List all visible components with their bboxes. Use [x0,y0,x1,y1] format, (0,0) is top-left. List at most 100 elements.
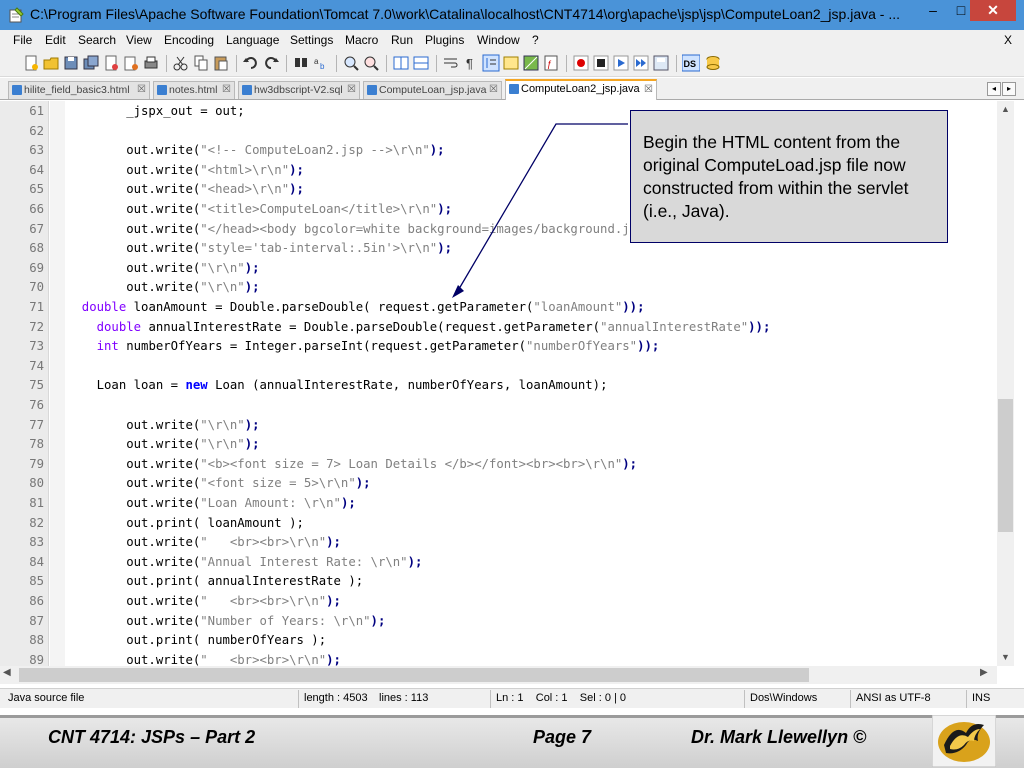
tab-scroll-left-button[interactable]: ◂ [987,82,1001,96]
tab-computeloan-jsp-java[interactable]: ComputeLoan_jsp.java ☒ [363,81,502,99]
close-tab-icon[interactable]: ☒ [222,82,231,98]
svg-text:a: a [314,57,319,66]
vertical-scrollbar[interactable]: ▲ ▼ [997,101,1014,666]
toolbar-separator [436,55,437,72]
close-tab-icon[interactable]: ☒ [644,81,653,98]
zoom-out-icon[interactable] [362,54,380,72]
print-icon[interactable] [142,54,160,72]
toolbar-separator [166,55,167,72]
menu-macro[interactable]: Macro [345,33,378,47]
code-token: out.write( [67,535,201,550]
status-length: length : 4503 [304,692,368,704]
code-token: "annualInterestRate" [600,319,749,334]
vertical-scroll-thumb[interactable] [998,399,1013,532]
code-token: ); [622,456,638,471]
replace-icon[interactable]: ab [312,54,330,72]
close-file-icon[interactable] [102,54,120,72]
line-number: 84 [29,554,44,569]
cut-icon[interactable] [172,54,190,72]
menu-file[interactable]: File [13,33,32,47]
tab-computeloan2-jsp-java[interactable]: ComputeLoan2_jsp.java ☒ [505,79,657,100]
menu-settings[interactable]: Settings [290,33,333,47]
close-all-icon[interactable] [122,54,140,72]
code-token: ); [289,162,304,177]
tab-hilite-field-basic3[interactable]: hilite_field_basic3.html ☒ [8,81,150,99]
close-button[interactable]: ✕ [970,0,1016,21]
save-icon[interactable] [62,54,80,72]
undo-icon[interactable] [242,54,260,72]
code-token: "Loan Amount: \r\n" [200,496,341,510]
save-macro-icon[interactable] [652,54,670,72]
menu-edit[interactable]: Edit [45,33,66,47]
paste-icon[interactable] [212,54,230,72]
close-document-button[interactable]: X [1004,33,1012,47]
sync-vertical-icon[interactable] [392,54,410,72]
line-number: 85 [29,574,44,589]
code-token: Loan loan = [67,378,186,393]
menu-run[interactable]: Run [391,33,413,47]
tab-notes[interactable]: notes.html ☒ [153,81,235,99]
scroll-left-arrow-icon[interactable]: ◀ [3,667,11,678]
word-wrap-icon[interactable] [442,54,460,72]
code-token: "style='tab-interval:.5in'>\r\n" [200,241,438,256]
database-plugin-icon[interactable] [704,54,722,72]
menu-language[interactable]: Language [226,33,279,47]
status-divider [298,690,299,708]
menu-encoding[interactable]: Encoding [164,33,214,47]
code-token: ); [437,241,452,256]
sync-horizontal-icon[interactable] [412,54,430,72]
save-all-icon[interactable] [82,54,100,72]
code-token: )); [637,339,660,354]
ds-plugin-icon[interactable]: DS [682,54,700,72]
play-macro-icon[interactable] [612,54,630,72]
menu-plugins[interactable]: Plugins [425,33,464,47]
function-list-icon[interactable]: ƒ [542,54,560,72]
scroll-up-arrow-icon[interactable]: ▲ [997,101,1014,118]
close-tab-icon[interactable]: ☒ [489,82,498,98]
show-all-characters-icon[interactable]: ¶ [462,54,480,72]
document-map-icon[interactable] [522,54,540,72]
code-token: out.write( [67,143,201,158]
line-number: 63 [29,143,44,158]
scroll-right-arrow-icon[interactable]: ▶ [980,667,988,678]
close-tab-icon[interactable]: ☒ [347,82,356,98]
run-macro-multiple-icon[interactable] [632,54,650,72]
svg-text:ƒ: ƒ [547,59,552,69]
code-token: annualInterestRate = Double.parseDouble(… [141,319,601,334]
tab-label: hw3dbscript-V2.sql [254,84,343,96]
record-macro-icon[interactable] [572,54,590,72]
zoom-in-icon[interactable] [342,54,360,72]
svg-text:b: b [320,62,325,71]
stop-macro-icon[interactable] [592,54,610,72]
menu-window[interactable]: Window [477,33,520,47]
code-token: ); [355,476,371,491]
user-defined-dialog-icon[interactable] [502,54,520,72]
scroll-down-arrow-icon[interactable]: ▼ [997,649,1014,666]
close-tab-icon[interactable]: ☒ [137,82,146,98]
code-token: out.write( [67,594,201,608]
indent-guide-icon[interactable] [482,54,500,72]
menu-search[interactable]: Search [78,33,116,47]
code-token: "<head>\r\n" [200,182,290,197]
find-icon[interactable] [292,54,310,72]
horizontal-scroll-thumb[interactable] [19,668,809,682]
menu-help[interactable]: ? [532,33,539,47]
minimize-button[interactable]: – [920,0,946,21]
status-lines: lines : 113 [379,692,429,704]
code-token: )); [622,300,645,314]
tab-scroll-right-button[interactable]: ▸ [1002,82,1016,96]
redo-icon[interactable] [262,54,280,72]
toolbar-separator [336,55,337,72]
tab-hw3dbscript[interactable]: hw3dbscript-V2.sql ☒ [238,81,360,99]
new-file-icon[interactable] [22,54,40,72]
code-token: ); [326,535,341,550]
menu-view[interactable]: View [126,33,152,47]
code-token: ); [326,594,341,608]
code-line: 86 out.write(" <br><br>\r\n"); [0,594,997,614]
code-token: out.write( [67,280,201,295]
open-file-icon[interactable] [42,54,60,72]
copy-icon[interactable] [192,54,210,72]
code-text: out.write("<b><font size = 7> Loan Detai… [67,457,637,471]
line-number: 88 [29,633,44,648]
horizontal-scrollbar[interactable]: ◀ ▶ [0,666,997,684]
